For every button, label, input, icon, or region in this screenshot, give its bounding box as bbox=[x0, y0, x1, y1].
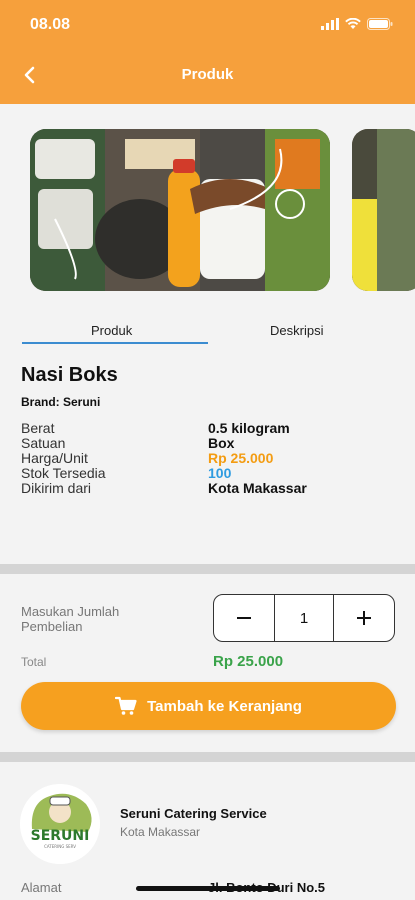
spec-label: Stok Tersedia bbox=[21, 465, 106, 481]
increase-button[interactable] bbox=[334, 595, 394, 641]
address-label: Alamat bbox=[21, 880, 62, 895]
seller-logo[interactable]: SERUNI CATERING SERV bbox=[20, 784, 100, 864]
quantity-label: Masukan Jumlah Pembelian bbox=[21, 604, 119, 634]
seller-name[interactable]: Seruni Catering Service bbox=[120, 806, 267, 821]
quantity-value[interactable]: 1 bbox=[274, 595, 334, 641]
total-value: Rp 25.000 bbox=[213, 653, 284, 670]
seller-section: SERUNI CATERING SERV Seruni Catering Ser… bbox=[0, 762, 415, 900]
tab-produk[interactable]: Produk bbox=[91, 323, 132, 338]
plus-icon bbox=[357, 611, 371, 625]
active-tab-indicator bbox=[22, 342, 208, 344]
section-divider bbox=[0, 752, 415, 762]
page-title: Produk bbox=[181, 66, 234, 83]
product-photo-next[interactable] bbox=[352, 129, 415, 291]
wifi-icon bbox=[345, 18, 361, 29]
quantity-label-line: Pembelian bbox=[21, 619, 83, 634]
spec-label: Berat bbox=[21, 420, 55, 436]
product-photo[interactable] bbox=[30, 129, 330, 291]
spec-value: Kota Makassar bbox=[208, 480, 307, 496]
spec-label: Harga/Unit bbox=[21, 450, 88, 466]
total-label: Total bbox=[21, 655, 47, 669]
add-to-cart-label: Tambah ke Keranjang bbox=[147, 697, 302, 715]
decrease-button[interactable] bbox=[214, 595, 274, 641]
minus-icon bbox=[237, 617, 251, 619]
spec-label: Satuan bbox=[21, 435, 66, 451]
product-name: Nasi Boks bbox=[21, 364, 118, 386]
spec-value: Box bbox=[208, 435, 235, 451]
quantity-stepper: 1 bbox=[213, 594, 395, 642]
product-brand: Brand: Seruni bbox=[21, 395, 101, 409]
home-indicator[interactable] bbox=[136, 886, 280, 891]
status-icons bbox=[321, 18, 393, 30]
battery-icon bbox=[367, 18, 393, 30]
seller-city: Kota Makassar bbox=[120, 825, 201, 839]
app-header: 08.08 Produk bbox=[0, 0, 415, 104]
cart-icon bbox=[115, 696, 137, 715]
product-details: Nasi Boks Brand: Seruni Berat 0.5 kilogr… bbox=[0, 354, 415, 564]
spec-value: 0.5 kilogram bbox=[208, 420, 290, 436]
add-to-cart-button[interactable]: Tambah ke Keranjang bbox=[21, 682, 396, 730]
product-image-carousel[interactable] bbox=[0, 104, 415, 314]
purchase-section: Masukan Jumlah Pembelian 1 Total Rp 25.0… bbox=[0, 574, 415, 752]
stock-value: 100 bbox=[208, 465, 232, 481]
tab-bar: Produk Deskripsi bbox=[0, 314, 415, 354]
signal-icon bbox=[321, 18, 339, 30]
spec-label: Dikirim dari bbox=[21, 480, 91, 496]
status-time: 08.08 bbox=[30, 16, 71, 33]
logo-subtext: CATERING SERV bbox=[44, 844, 76, 849]
tab-deskripsi[interactable]: Deskripsi bbox=[270, 323, 323, 338]
price-value: Rp 25.000 bbox=[208, 450, 274, 466]
logo-text: SERUNI bbox=[31, 828, 90, 844]
section-divider bbox=[0, 564, 415, 574]
quantity-label-line: Masukan Jumlah bbox=[21, 604, 120, 619]
